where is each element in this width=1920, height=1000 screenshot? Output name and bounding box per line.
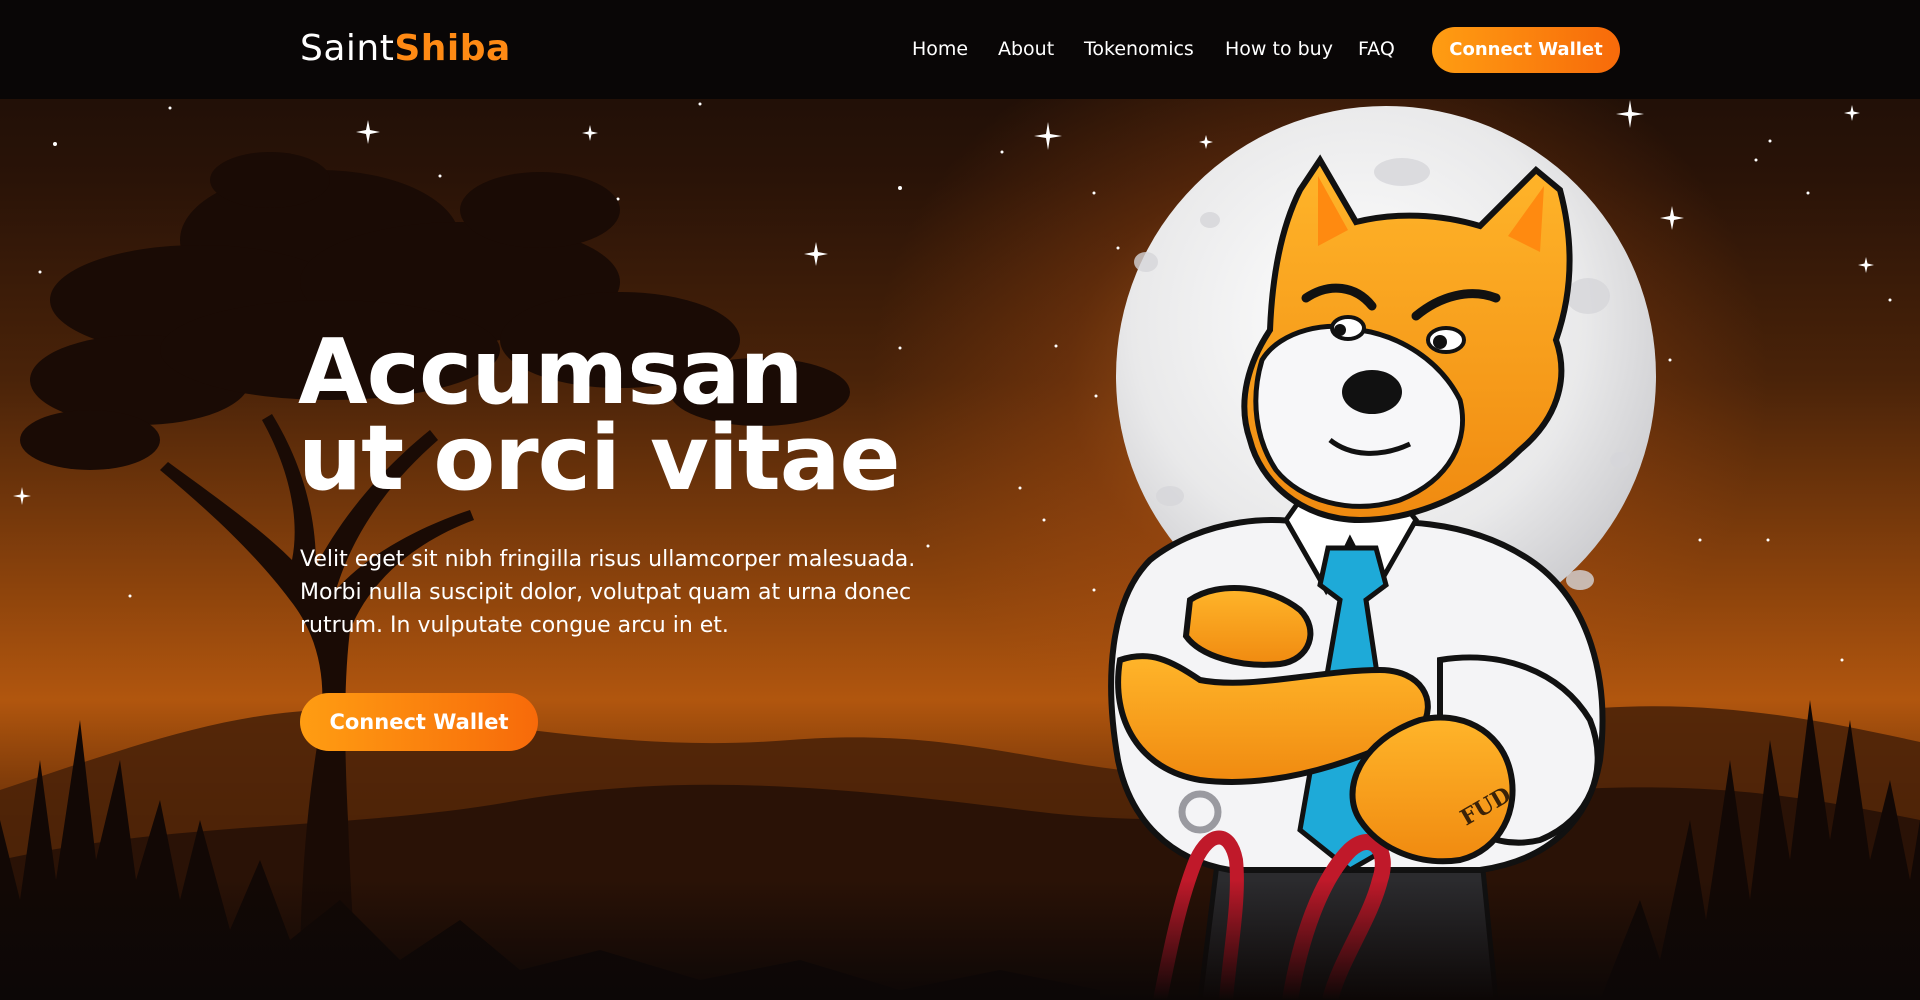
brand-logo-part1: Saint [300, 28, 395, 69]
hero-title-line1: Accumsan [298, 320, 804, 425]
hero-title: Accumsan ut orci vitae [298, 320, 998, 511]
nav-link-home[interactable]: Home [912, 38, 968, 60]
star-icon [356, 120, 380, 144]
nav-link-how-to-buy[interactable]: How to buy [1225, 38, 1333, 60]
star-icon [13, 487, 31, 505]
hero-title-line2: ut orci vitae [298, 406, 901, 511]
star-icon [1616, 100, 1644, 128]
star-icon [1199, 135, 1213, 149]
hero-description: Velit eget sit nibh fringilla risus ulla… [300, 547, 916, 638]
site-header: SaintShiba Home About Tokenomics How to … [0, 0, 1920, 99]
brand-logo-part2: Shiba [394, 28, 511, 69]
nav-link-faq[interactable]: FAQ [1358, 38, 1395, 60]
header-connect-wallet-button[interactable]: Connect Wallet [1432, 27, 1620, 73]
star-icon [1844, 105, 1860, 121]
star-icon [1034, 122, 1062, 150]
nav-link-about[interactable]: About [998, 38, 1054, 60]
star-icon [582, 125, 598, 141]
star-icon [1660, 206, 1684, 230]
star-icon [1858, 257, 1874, 273]
nav-link-tokenomics[interactable]: Tokenomics [1084, 38, 1194, 60]
hero-connect-wallet-button[interactable]: Connect Wallet [300, 693, 538, 751]
brand-logo[interactable]: SaintShiba [300, 28, 511, 69]
star-icon [804, 242, 828, 266]
